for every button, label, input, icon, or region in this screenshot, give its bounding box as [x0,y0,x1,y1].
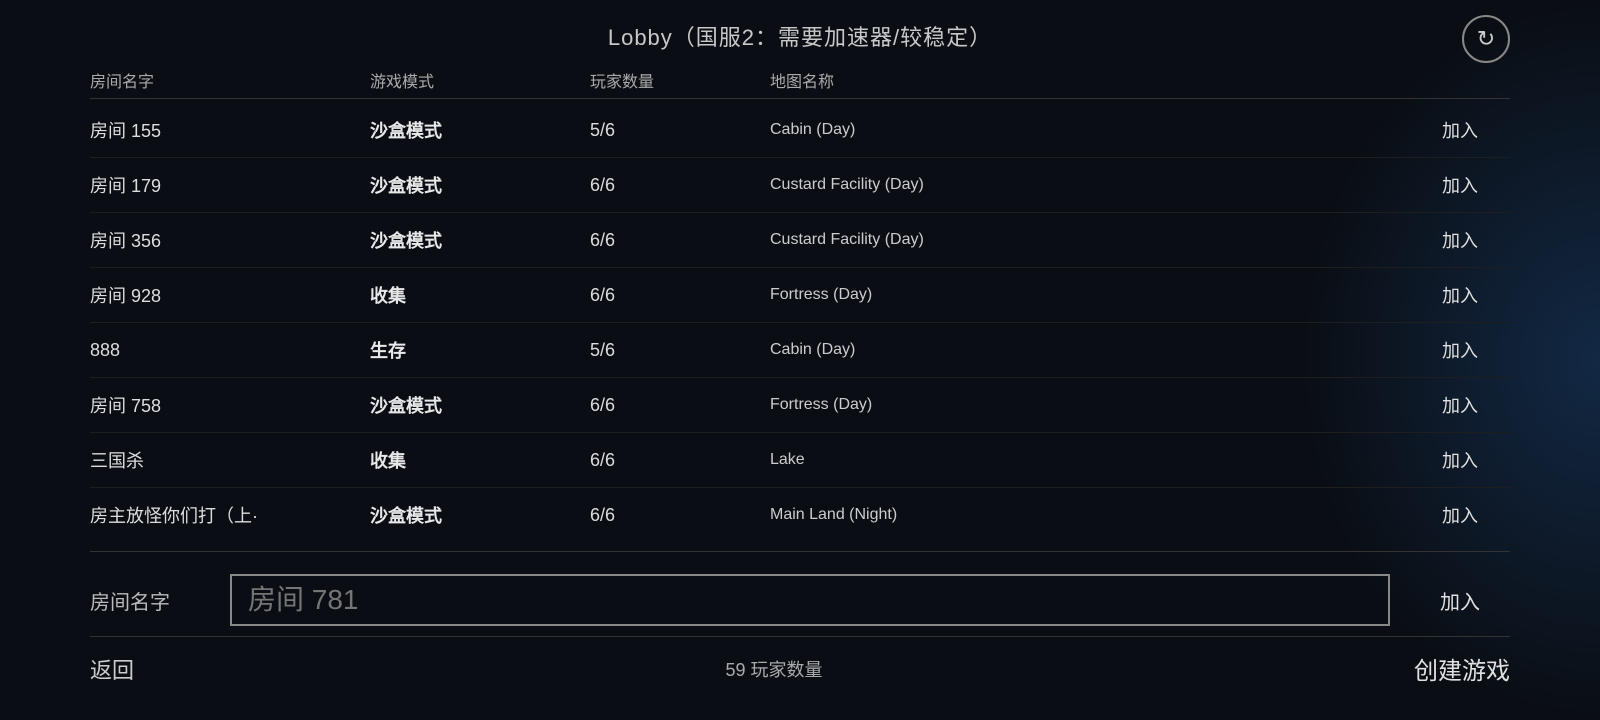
room-row: 房间 155 沙盒模式 5/6 Cabin (Day) 加入 [90,103,1510,158]
col-game-mode: 游戏模式 [370,68,590,92]
room-players-cell: 6/6 [590,505,770,526]
room-players-cell: 6/6 [590,450,770,471]
room-map-cell: Lake [770,451,1410,469]
room-name-cell: 三国杀 [90,447,370,473]
main-container: Lobby（国服2：需要加速器/较稳定） ↻ 房间名字 游戏模式 玩家数量 地图… [90,0,1510,720]
room-list: 房间 155 沙盒模式 5/6 Cabin (Day) 加入 房间 179 沙盒… [90,103,1510,539]
col-room-name: 房间名字 [90,68,370,92]
room-mode-cell: 沙盒模式 [370,227,590,253]
room-name-cell: 房间 758 [90,392,370,418]
room-mode-cell: 沙盒模式 [370,117,590,143]
room-name-cell: 房间 155 [90,117,370,143]
lobby-title: Lobby（国服2：需要加速器/较稳定） [608,20,992,52]
room-players-cell: 6/6 [590,175,770,196]
footer: 返回 59 玩家数量 创建游戏 [90,636,1510,700]
room-name-cell: 房间 356 [90,227,370,253]
col-action [1410,68,1510,92]
room-row: 三国杀 收集 6/6 Lake 加入 [90,433,1510,488]
input-row: 房间名字 加入 [90,564,1510,636]
input-label: 房间名字 [90,586,210,615]
room-row: 房间 928 收集 6/6 Fortress (Day) 加入 [90,268,1510,323]
room-name-cell: 房主放怪你们打（上· [90,502,370,528]
divider [90,551,1510,552]
join-room-button[interactable]: 加入 [1410,278,1510,312]
room-mode-cell: 收集 [370,447,590,473]
room-players-cell: 5/6 [590,120,770,141]
join-room-button[interactable]: 加入 [1410,443,1510,477]
room-mode-cell: 沙盒模式 [370,392,590,418]
room-name-cell: 888 [90,340,370,361]
join-room-button[interactable]: 加入 [1410,168,1510,202]
col-players: 玩家数量 [590,68,770,92]
back-button[interactable]: 返回 [90,653,134,685]
header: Lobby（国服2：需要加速器/较稳定） ↻ [90,20,1510,52]
room-players-cell: 5/6 [590,340,770,361]
join-input-button[interactable]: 加入 [1410,578,1510,623]
room-map-cell: Custard Facility (Day) [770,231,1410,249]
room-name-cell: 房间 928 [90,282,370,308]
join-room-button[interactable]: 加入 [1410,113,1510,147]
room-map-cell: Custard Facility (Day) [770,176,1410,194]
room-players-cell: 6/6 [590,285,770,306]
column-headers: 房间名字 游戏模式 玩家数量 地图名称 [90,62,1510,99]
col-map-name: 地图名称 [770,68,1410,92]
room-row: 房间 758 沙盒模式 6/6 Fortress (Day) 加入 [90,378,1510,433]
join-room-button[interactable]: 加入 [1410,333,1510,367]
room-map-cell: Main Land (Night) [770,506,1410,524]
room-row: 房间 356 沙盒模式 6/6 Custard Facility (Day) 加… [90,213,1510,268]
refresh-button[interactable]: ↻ [1462,15,1510,63]
room-name-input[interactable] [230,574,1390,626]
join-room-button[interactable]: 加入 [1410,498,1510,532]
room-map-cell: Cabin (Day) [770,121,1410,139]
room-map-cell: Fortress (Day) [770,396,1410,414]
room-map-cell: Cabin (Day) [770,341,1410,359]
room-mode-cell: 沙盒模式 [370,502,590,528]
room-players-cell: 6/6 [590,230,770,251]
room-row: 888 生存 5/6 Cabin (Day) 加入 [90,323,1510,378]
room-name-cell: 房间 179 [90,172,370,198]
room-row: 房间 179 沙盒模式 6/6 Custard Facility (Day) 加… [90,158,1510,213]
create-game-button[interactable]: 创建游戏 [1414,651,1510,686]
room-row: 房主放怪你们打（上· 沙盒模式 6/6 Main Land (Night) 加入 [90,488,1510,539]
join-room-button[interactable]: 加入 [1410,388,1510,422]
room-mode-cell: 沙盒模式 [370,172,590,198]
join-room-button[interactable]: 加入 [1410,223,1510,257]
room-mode-cell: 生存 [370,337,590,363]
room-mode-cell: 收集 [370,282,590,308]
room-map-cell: Fortress (Day) [770,286,1410,304]
player-count: 59 玩家数量 [725,656,822,682]
room-players-cell: 6/6 [590,395,770,416]
